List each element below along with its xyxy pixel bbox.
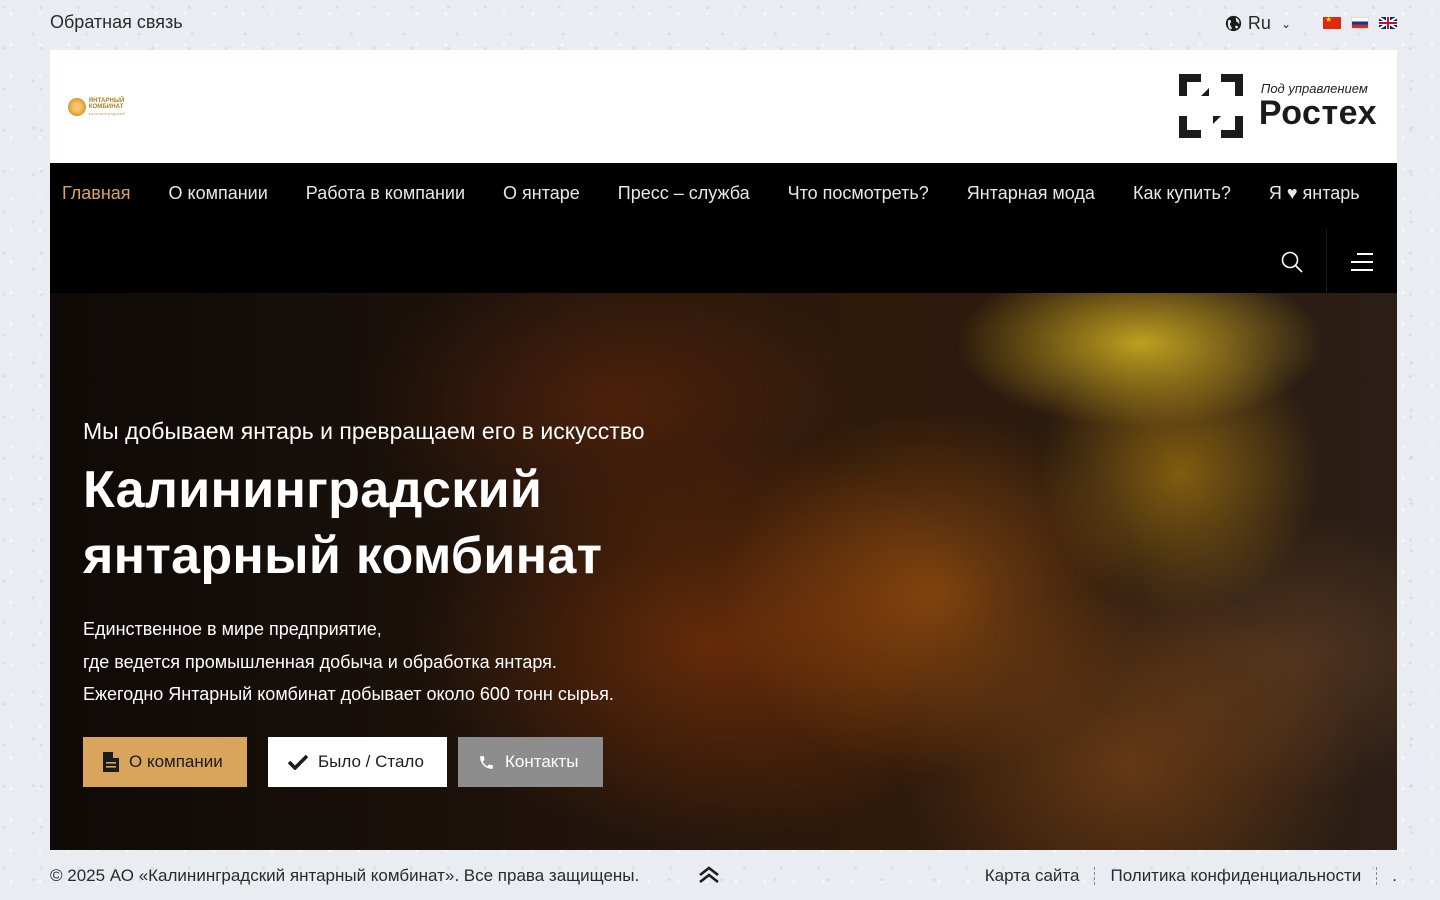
globe-icon	[1225, 15, 1242, 31]
checkmark-icon	[288, 754, 308, 770]
company-logo[interactable]: ЯНТАРНЫЙ КОМБИНАТ калининградский	[68, 96, 160, 118]
sitemap-link[interactable]: Карта сайта	[985, 866, 1080, 886]
phone-icon	[478, 754, 495, 771]
about-company-label: О компании	[129, 752, 223, 771]
double-chevron-up-icon	[699, 866, 719, 884]
scroll-top-button[interactable]	[697, 864, 721, 886]
search-button[interactable]	[1272, 245, 1312, 279]
before-after-label: Было / Стало	[318, 752, 425, 771]
nav-item-about[interactable]: О компании	[169, 183, 268, 204]
search-icon	[1281, 251, 1303, 273]
nav-item-careers[interactable]: Работа в компании	[306, 183, 465, 204]
top-bar: Обратная связь Ru ⌄	[50, 0, 1397, 48]
flag-russia-icon[interactable]	[1351, 17, 1369, 29]
nav-item-about-amber[interactable]: О янтаре	[503, 183, 580, 204]
hero-desc-line: где ведется промышленная добыча и обрабо…	[83, 651, 557, 672]
hero-buttons: О компании Было / Стало Контакты	[83, 737, 603, 787]
hero-description: Единственное в мире предприятие, где вед…	[83, 613, 614, 711]
hero-tagline: Мы добываем янтарь и превращаем его в ис…	[83, 418, 645, 444]
chevron-down-icon: ⌄	[1280, 17, 1291, 31]
document-icon	[103, 752, 119, 772]
contacts-label: Контакты	[505, 752, 579, 771]
privacy-policy-link[interactable]: Политика конфиденциальности	[1110, 866, 1361, 886]
menu-button[interactable]	[1346, 249, 1376, 275]
logo-line1: ЯНТАРНЫЙ КОМБИНАТ	[88, 98, 125, 110]
footer-separator	[1376, 867, 1378, 885]
nav-item-how-to-buy[interactable]: Как купить?	[1133, 183, 1231, 204]
nav-item-amber-fashion[interactable]: Янтарная мода	[967, 183, 1095, 204]
hero-title-line1: Калининградский	[83, 461, 543, 519]
flag-uk-icon[interactable]	[1379, 17, 1397, 29]
contacts-button[interactable]: Контакты	[458, 737, 603, 787]
language-select[interactable]: Ru ⌄	[1225, 13, 1291, 34]
hero-banner: Мы добываем янтарь и превращаем его в ис…	[50, 293, 1397, 850]
hero-desc-line: Ежегодно Янтарный комбинат добывает окол…	[83, 684, 614, 704]
before-after-button[interactable]: Было / Стало	[268, 737, 447, 787]
rostec-name: Ростех	[1258, 93, 1377, 132]
nav-item-press[interactable]: Пресс – служба	[618, 183, 750, 204]
footer-links: Карта сайта Политика конфиденциальности …	[985, 866, 1397, 886]
menu-icon	[1357, 253, 1373, 255]
flag-china-icon[interactable]	[1323, 14, 1341, 29]
footer-dot: .	[1392, 866, 1397, 885]
language-area: Ru ⌄	[1225, 12, 1397, 34]
nav-list: Главная О компании Работа в компании О я…	[62, 183, 1398, 204]
nav-item-i-love-amber[interactable]: Я ♥ янтарь	[1269, 183, 1360, 204]
hero-desc-line: Единственное в мире предприятие,	[83, 619, 382, 639]
nav-item-home[interactable]: Главная	[62, 183, 131, 204]
hero-title-line2: янтарный комбинат	[83, 527, 603, 585]
copyright-text: © 2025 АО «Калининградский янтарный комб…	[50, 866, 640, 885]
rostec-logo-icon	[1178, 74, 1243, 138]
footer-separator	[1094, 867, 1096, 885]
about-company-button[interactable]: О компании	[83, 737, 247, 787]
rostec-logo[interactable]: Под управлением Ростех	[1178, 74, 1377, 138]
footer: © 2025 АО «Калининградский янтарный комб…	[50, 850, 1397, 900]
main-navigation: Главная О компании Работа в компании О я…	[50, 163, 1397, 293]
hero-title: Калининградский янтарный комбинат	[83, 457, 783, 589]
feedback-link[interactable]: Обратная связь	[50, 12, 183, 33]
logo-line2: калининградский	[88, 111, 126, 116]
header: ЯНТАРНЫЙ КОМБИНАТ калининградский Под уп…	[50, 50, 1397, 163]
amber-logo-icon	[68, 98, 86, 116]
nav-divider	[1326, 229, 1327, 293]
language-label: Ru	[1247, 12, 1271, 33]
nav-item-what-to-see[interactable]: Что посмотреть?	[788, 183, 929, 204]
